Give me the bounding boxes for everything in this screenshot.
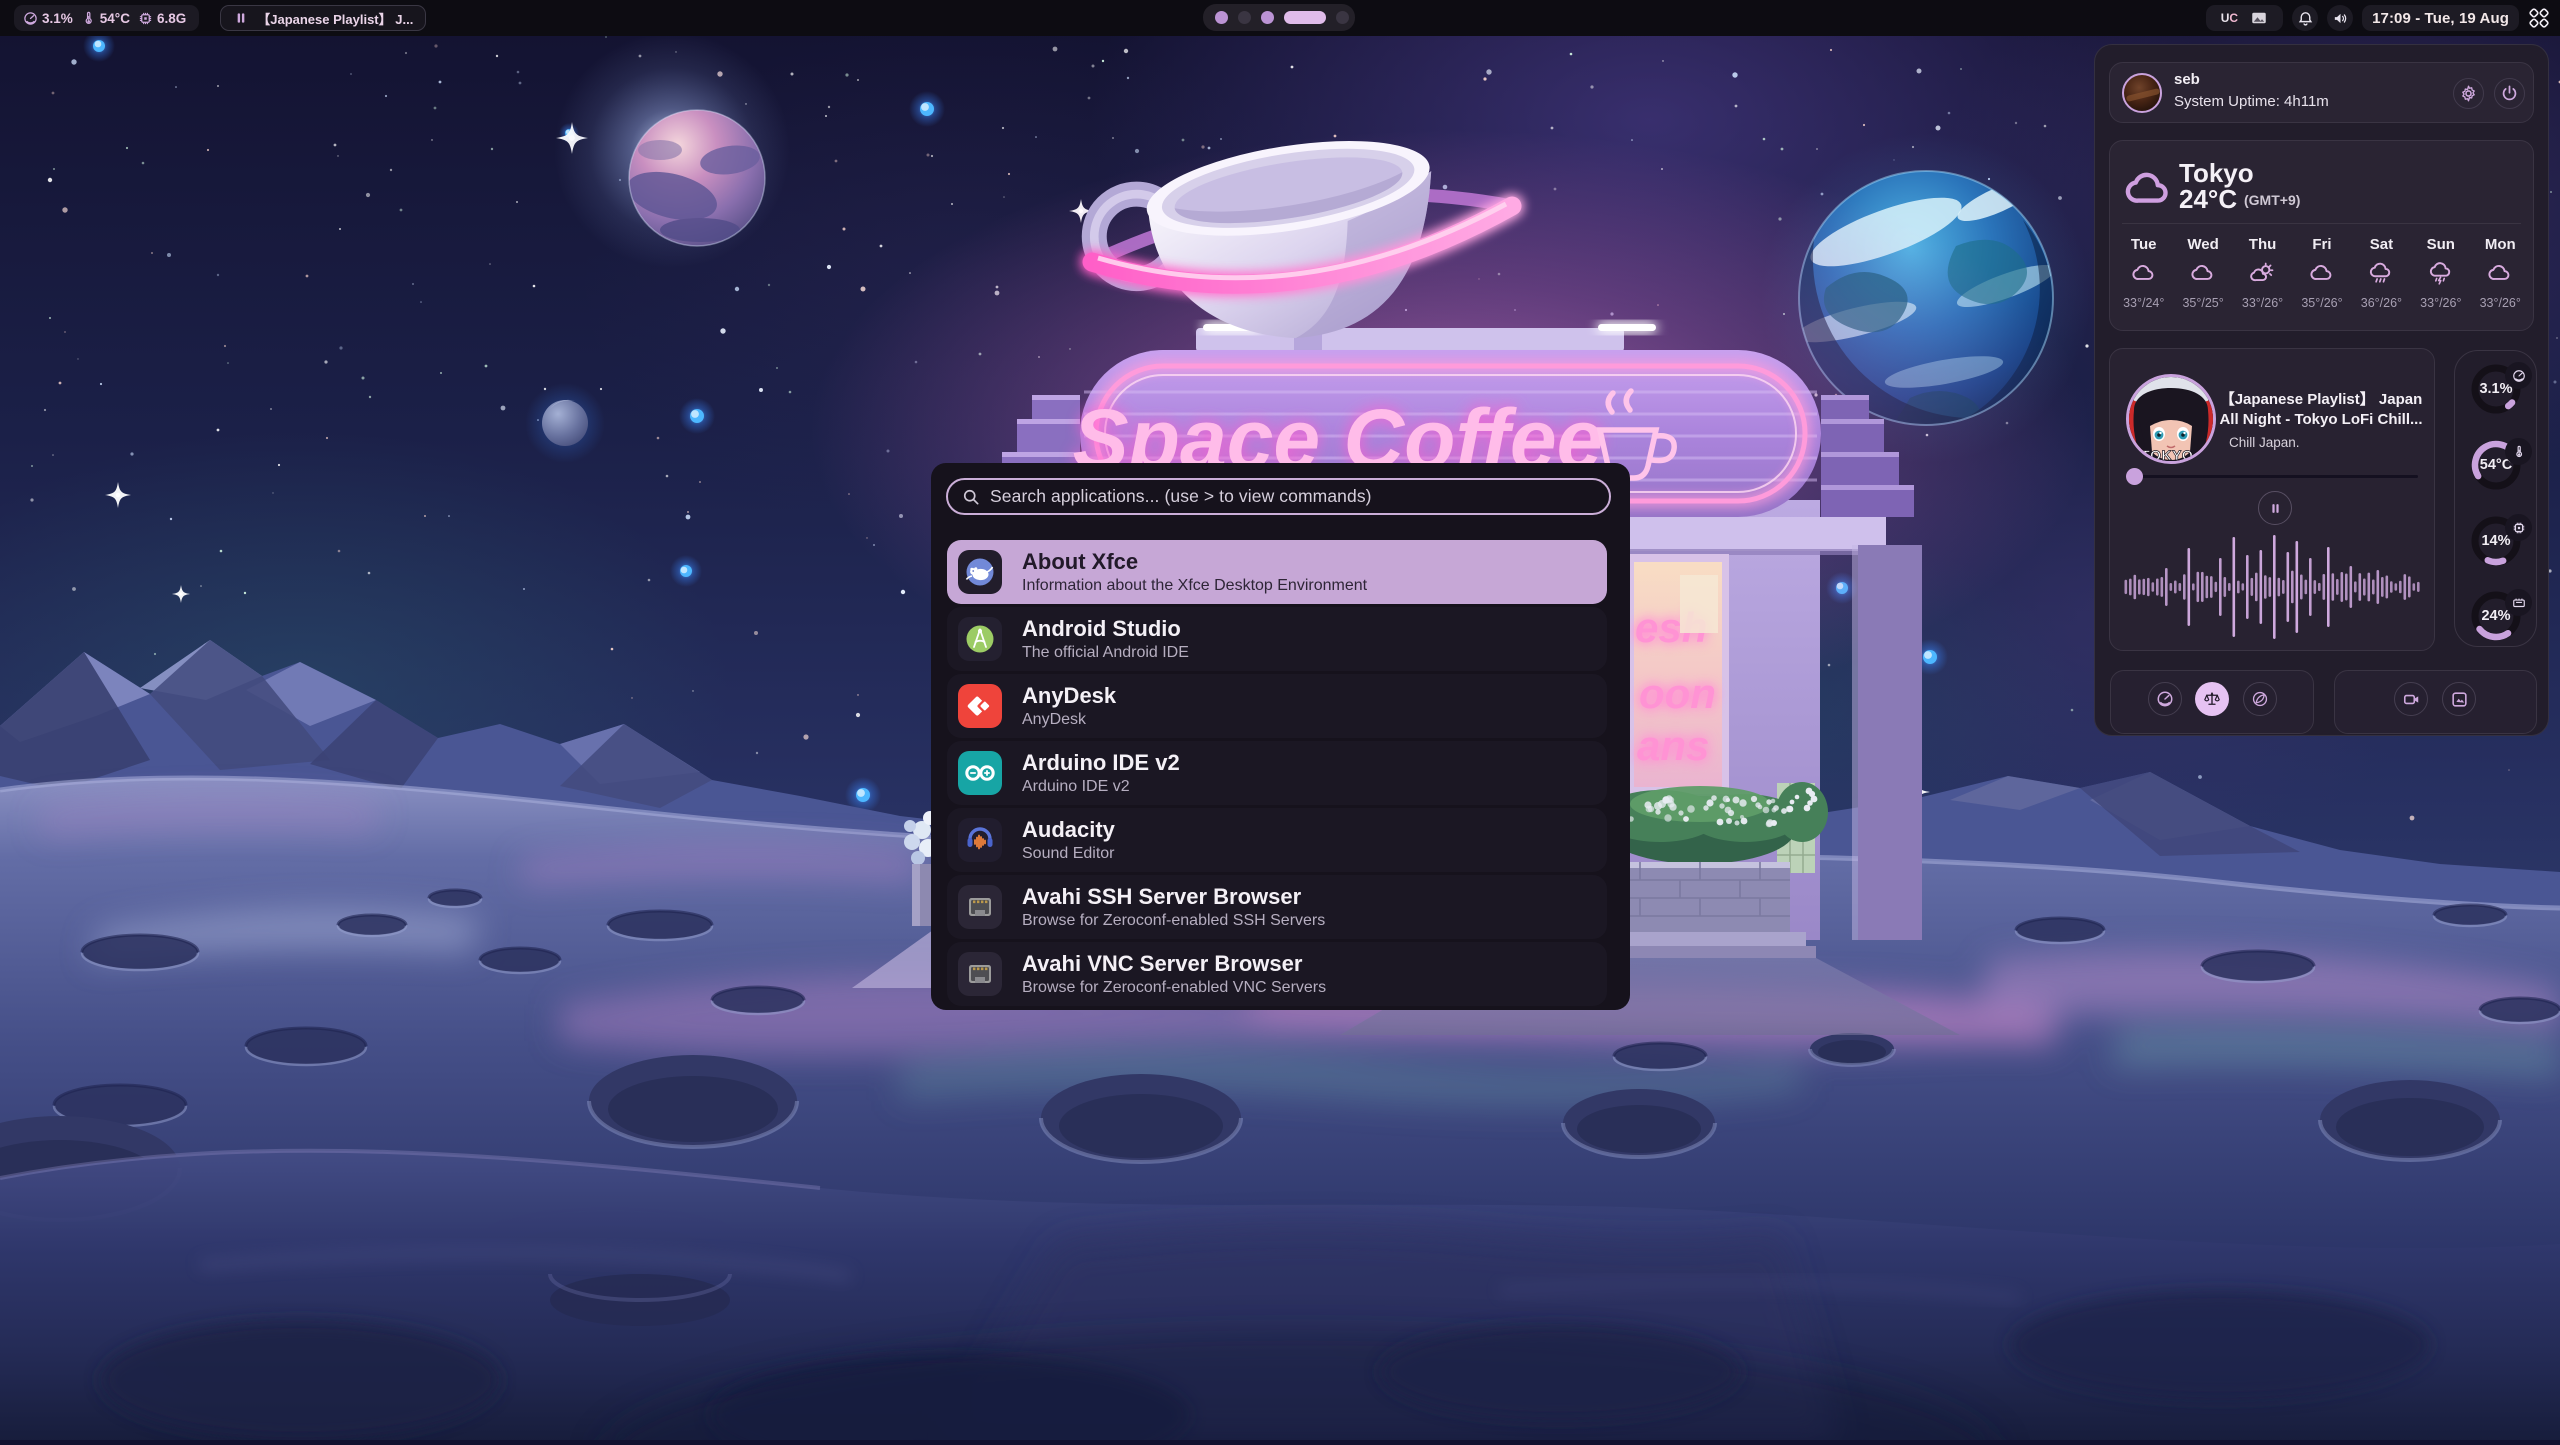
svg-text:oon: oon [1639,670,1716,717]
svg-text:ans: ans [1637,722,1709,769]
